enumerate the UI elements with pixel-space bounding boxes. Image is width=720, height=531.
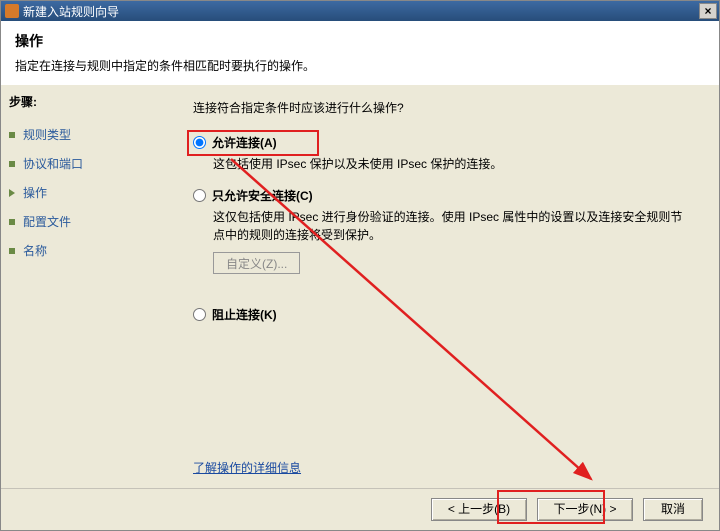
header-panel: 操作 指定在连接与规则中指定的条件相匹配时要执行的操作。: [1, 21, 719, 91]
bullet-icon: [9, 132, 15, 138]
window-title: 新建入站规则向导: [23, 3, 119, 20]
main-panel: 连接符合指定条件时应该进行什么操作? 允许连接(A) 这包括使用 IPsec 保…: [165, 85, 719, 488]
option-allow[interactable]: 允许连接(A): [193, 134, 691, 151]
wizard-window: 新建入站规则向导 × 操作 指定在连接与规则中指定的条件相匹配时要执行的操作。 …: [0, 0, 720, 531]
radio-allow[interactable]: [193, 136, 206, 149]
option-block[interactable]: 阻止连接(K): [193, 306, 691, 323]
step-profile[interactable]: 配置文件: [7, 207, 159, 236]
back-button[interactable]: < 上一步(B): [431, 498, 527, 521]
step-label: 名称: [23, 242, 47, 259]
option-allow-secure-block: 只允许安全连接(C) 这仅包括使用 IPsec 进行身份验证的连接。使用 IPs…: [193, 187, 691, 292]
button-bar: < 上一步(B) 下一步(N) > 取消: [1, 488, 719, 530]
bullet-icon: [9, 161, 15, 167]
bullet-icon: [9, 219, 15, 225]
app-icon: [5, 4, 19, 18]
radio-allow-secure[interactable]: [193, 189, 206, 202]
step-action[interactable]: 操作: [7, 178, 159, 207]
titlebar: 新建入站规则向导 ×: [1, 1, 719, 21]
radio-block[interactable]: [193, 308, 206, 321]
option-block-label: 阻止连接(K): [212, 306, 277, 323]
steps-sidebar: 步骤: 规则类型 协议和端口 操作 配置文件 名称: [1, 85, 165, 488]
close-button[interactable]: ×: [699, 3, 717, 19]
option-allow-secure-desc: 这仅包括使用 IPsec 进行身份验证的连接。使用 IPsec 属性中的设置以及…: [213, 208, 691, 244]
learn-more-link[interactable]: 了解操作的详细信息: [193, 459, 301, 476]
steps-heading: 步骤:: [7, 93, 159, 110]
step-label: 操作: [23, 184, 47, 201]
step-label: 规则类型: [23, 126, 71, 143]
option-allow-block: 允许连接(A) 这包括使用 IPsec 保护以及未使用 IPsec 保护的连接。: [193, 134, 691, 173]
cancel-button[interactable]: 取消: [643, 498, 703, 521]
option-block-block: 阻止连接(K): [193, 306, 691, 323]
step-label: 配置文件: [23, 213, 71, 230]
step-label: 协议和端口: [23, 155, 83, 172]
option-allow-desc: 这包括使用 IPsec 保护以及未使用 IPsec 保护的连接。: [213, 155, 691, 173]
arrow-icon: [9, 189, 15, 197]
option-allow-secure-label: 只允许安全连接(C): [212, 187, 313, 204]
body-area: 步骤: 规则类型 协议和端口 操作 配置文件 名称: [1, 85, 719, 488]
step-name[interactable]: 名称: [7, 236, 159, 265]
step-rule-type[interactable]: 规则类型: [7, 120, 159, 149]
prompt-text: 连接符合指定条件时应该进行什么操作?: [193, 99, 691, 116]
option-allow-label: 允许连接(A): [212, 134, 277, 151]
next-button[interactable]: 下一步(N) >: [537, 498, 633, 521]
bullet-icon: [9, 248, 15, 254]
step-protocol-port[interactable]: 协议和端口: [7, 149, 159, 178]
page-title: 操作: [15, 31, 705, 51]
option-allow-secure[interactable]: 只允许安全连接(C): [193, 187, 691, 204]
page-description: 指定在连接与规则中指定的条件相匹配时要执行的操作。: [15, 57, 705, 74]
customize-button: 自定义(Z)...: [213, 252, 300, 274]
